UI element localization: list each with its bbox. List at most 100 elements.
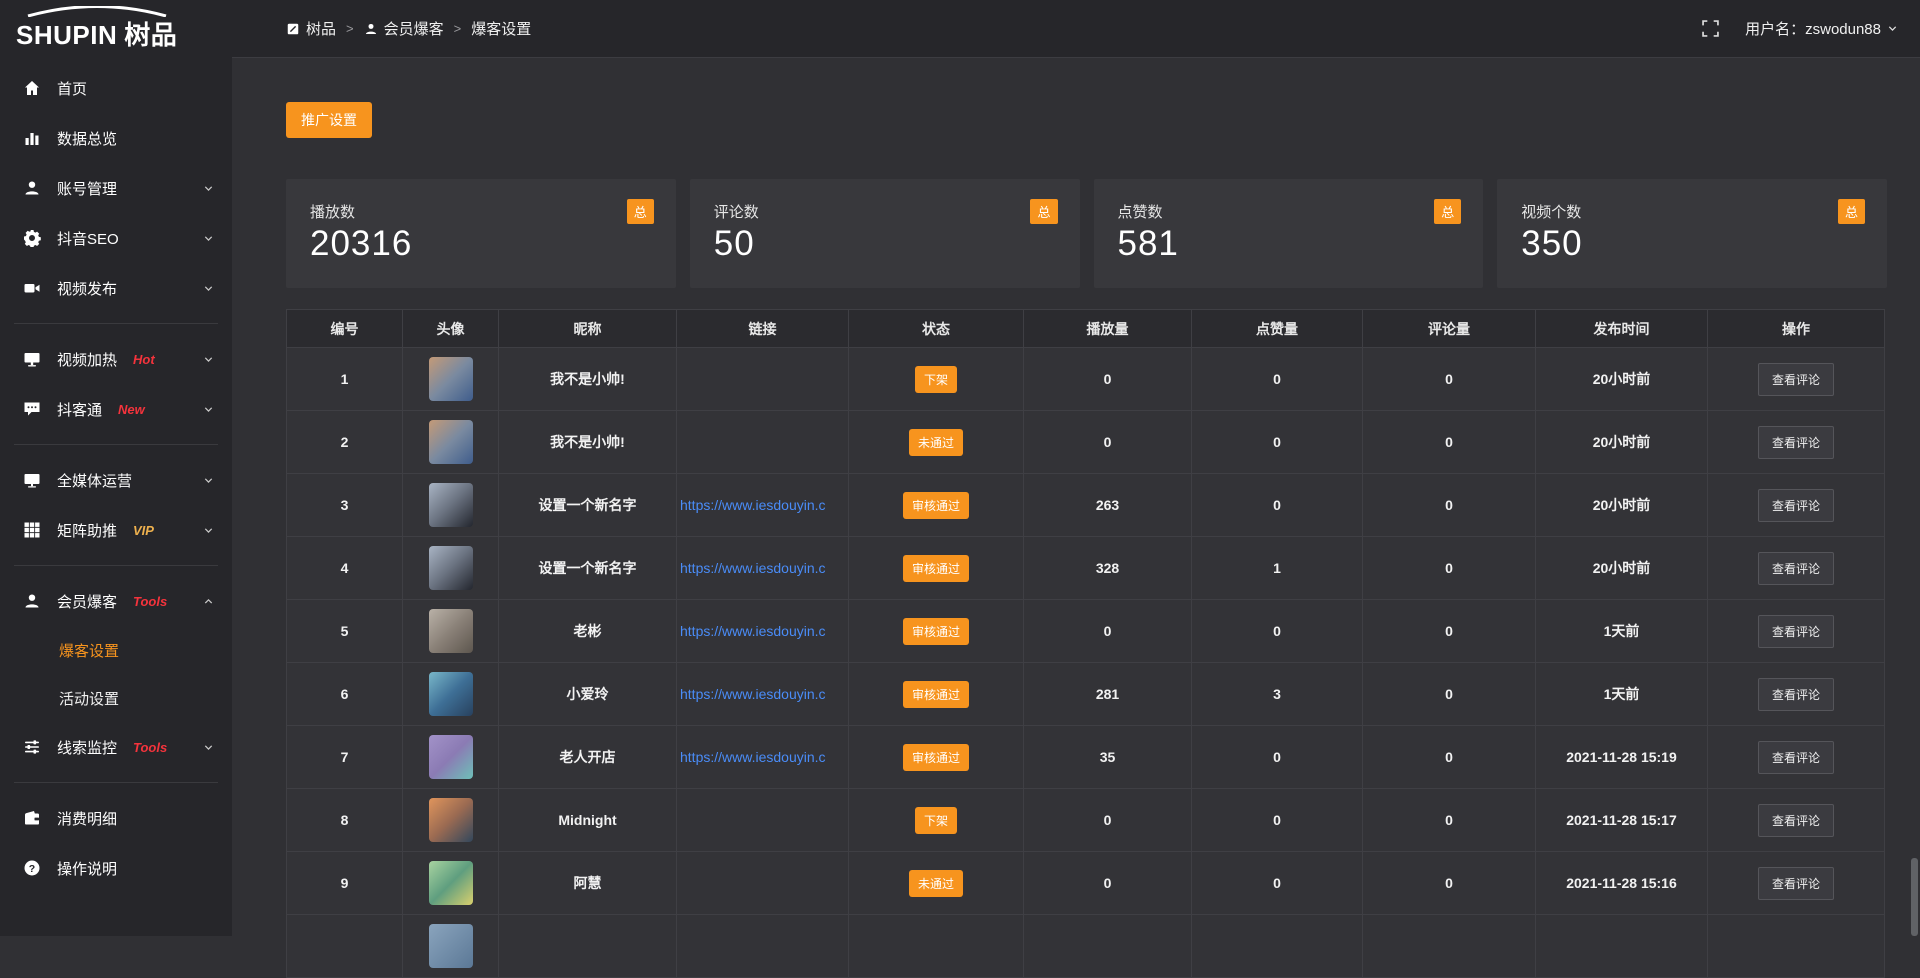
- sidebar-item-8[interactable]: 矩阵助推VIP: [0, 505, 232, 555]
- cell-link: [677, 915, 849, 978]
- cell-time: 2021-11-28 15:17: [1536, 789, 1708, 852]
- view-comments-button[interactable]: 查看评论: [1758, 804, 1834, 837]
- chevron-down-icon: [203, 475, 214, 486]
- view-comments-button[interactable]: 查看评论: [1758, 552, 1834, 585]
- sidebar-item-badge: VIP: [133, 523, 154, 538]
- cell-status: [849, 915, 1024, 978]
- cell-link: [677, 411, 849, 474]
- sidebar-item-11[interactable]: 消费明细: [0, 793, 232, 843]
- video-link[interactable]: https://www.iesdouyin.c: [677, 686, 848, 702]
- cell-action: 查看评论: [1708, 411, 1885, 474]
- status-badge[interactable]: 审核通过: [903, 555, 969, 582]
- user-menu[interactable]: 用户名：zswodun88: [1745, 18, 1898, 39]
- cell-avatar: [403, 348, 499, 411]
- sidebar-item-5[interactable]: 视频加热Hot: [0, 334, 232, 384]
- sidebar-item-1[interactable]: 数据总览: [0, 113, 232, 163]
- cell-number: 8: [287, 789, 403, 852]
- avatar: [429, 672, 473, 716]
- video-link[interactable]: https://www.iesdouyin.c: [677, 749, 848, 765]
- cell-number: [287, 915, 403, 978]
- column-header-2: 昵称: [499, 310, 677, 348]
- cell-comments: 0: [1363, 411, 1536, 474]
- cell-status: 未通过: [849, 852, 1024, 915]
- chevron-down-icon: [1887, 23, 1898, 34]
- sidebar-item-0[interactable]: 首页: [0, 63, 232, 113]
- sidebar-item-9[interactable]: 会员爆客Tools: [0, 576, 232, 626]
- cell-action: 查看评论: [1708, 789, 1885, 852]
- view-comments-button[interactable]: 查看评论: [1758, 426, 1834, 459]
- status-badge[interactable]: 审核通过: [903, 744, 969, 771]
- cell-likes: 0: [1192, 600, 1363, 663]
- promotion-settings-button[interactable]: 推广设置: [286, 102, 372, 138]
- cell-number: 2: [287, 411, 403, 474]
- sidebar-item-6[interactable]: 抖客通New: [0, 384, 232, 434]
- table-row: [287, 915, 1885, 978]
- sidebar-divider: [14, 323, 218, 324]
- cell-plays: 35: [1024, 726, 1192, 789]
- cell-nickname: 老彬: [499, 600, 677, 663]
- view-comments-button[interactable]: 查看评论: [1758, 489, 1834, 522]
- column-header-0: 编号: [287, 310, 403, 348]
- logo-name: SHUPIN: [16, 20, 117, 50]
- cell-likes: [1192, 915, 1363, 978]
- cell-time: 1天前: [1536, 663, 1708, 726]
- status-badge[interactable]: 审核通过: [903, 681, 969, 708]
- app-logo[interactable]: SHUPIN树品: [0, 6, 232, 52]
- cell-likes: 1: [1192, 537, 1363, 600]
- wallet-icon: [22, 809, 42, 827]
- view-comments-button[interactable]: 查看评论: [1758, 363, 1834, 396]
- status-badge[interactable]: 未通过: [909, 429, 963, 456]
- cell-link: [677, 789, 849, 852]
- fullscreen-icon[interactable]: [1702, 20, 1719, 37]
- sidebar-item-label: 操作说明: [57, 858, 117, 879]
- column-header-4: 状态: [849, 310, 1024, 348]
- cell-status: 下架: [849, 348, 1024, 411]
- cell-likes: 0: [1192, 474, 1363, 537]
- sidebar-item-label: 会员爆客: [57, 591, 117, 612]
- sidebar-subitem-1[interactable]: 活动设置: [0, 674, 232, 722]
- status-badge[interactable]: 下架: [915, 807, 957, 834]
- cell-nickname: 老人开店: [499, 726, 677, 789]
- sidebar-item-7[interactable]: 全媒体运营: [0, 455, 232, 505]
- vertical-scrollbar[interactable]: [1911, 858, 1918, 936]
- sliders-icon: [22, 738, 42, 756]
- sidebar-item-3[interactable]: 抖音SEO: [0, 213, 232, 263]
- sidebar-item-4[interactable]: 视频发布: [0, 263, 232, 313]
- member-video-table: 编号头像昵称链接状态播放量点赞量评论量发布时间操作 1我不是小帅!下架00020…: [286, 309, 1885, 978]
- cell-action: 查看评论: [1708, 600, 1885, 663]
- breadcrumb-separator: >: [454, 21, 462, 36]
- video-link[interactable]: https://www.iesdouyin.c: [677, 560, 848, 576]
- cell-link: [677, 852, 849, 915]
- cell-status: 下架: [849, 789, 1024, 852]
- cell-status: 审核通过: [849, 663, 1024, 726]
- cell-number: 9: [287, 852, 403, 915]
- video-link[interactable]: https://www.iesdouyin.c: [677, 623, 848, 639]
- status-badge[interactable]: 下架: [915, 366, 957, 393]
- sidebar-item-badge: New: [118, 402, 145, 417]
- cell-status: 审核通过: [849, 537, 1024, 600]
- status-badge[interactable]: 审核通过: [903, 618, 969, 645]
- view-comments-button[interactable]: 查看评论: [1758, 678, 1834, 711]
- video-link[interactable]: https://www.iesdouyin.c: [677, 497, 848, 513]
- breadcrumb-item-member[interactable]: 会员爆客: [364, 18, 444, 39]
- sidebar-item-12[interactable]: ?操作说明: [0, 843, 232, 893]
- sidebar-subitem-0[interactable]: 爆客设置: [0, 626, 232, 674]
- sidebar-item-10[interactable]: 线索监控Tools: [0, 722, 232, 772]
- table-row: 5老彬https://www.iesdouyin.c审核通过0001天前查看评论: [287, 600, 1885, 663]
- sidebar-item-badge: Hot: [133, 352, 155, 367]
- chart-icon: [22, 129, 42, 147]
- status-badge[interactable]: 未通过: [909, 870, 963, 897]
- column-header-6: 点赞量: [1192, 310, 1363, 348]
- stat-card-value: 581: [1118, 224, 1460, 264]
- stat-card-3: 视频个数350总: [1497, 179, 1887, 288]
- cell-plays: 263: [1024, 474, 1192, 537]
- sidebar-item-label: 账号管理: [57, 178, 117, 199]
- sidebar-item-2[interactable]: 账号管理: [0, 163, 232, 213]
- breadcrumb-item-home[interactable]: 树品: [286, 18, 336, 39]
- view-comments-button[interactable]: 查看评论: [1758, 615, 1834, 648]
- cell-avatar: [403, 411, 499, 474]
- breadcrumb-separator: >: [346, 21, 354, 36]
- view-comments-button[interactable]: 查看评论: [1758, 867, 1834, 900]
- view-comments-button[interactable]: 查看评论: [1758, 741, 1834, 774]
- status-badge[interactable]: 审核通过: [903, 492, 969, 519]
